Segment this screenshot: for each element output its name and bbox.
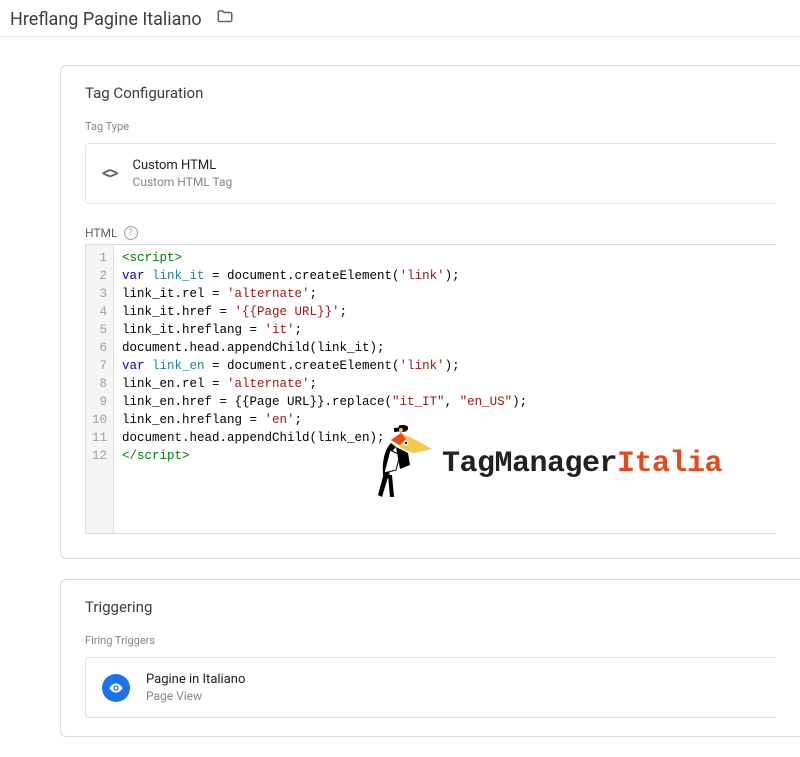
folder-icon[interactable] [216,8,234,30]
tag-type-selector[interactable]: <> Custom HTML Custom HTML Tag [85,143,776,204]
code-gutter: 123456789101112 [86,245,114,533]
tag-type-sub: Custom HTML Tag [133,175,233,189]
html-code-editor[interactable]: 123456789101112 <script>var link_it = do… [85,244,776,534]
trigger-selector[interactable]: Pagine in Italiano Page View [85,657,776,718]
html-field-label: HTML [85,226,118,240]
code-brackets-icon: <> [102,163,117,184]
trigger-name: Pagine in Italiano [146,672,245,687]
card-title: Tag Configuration [85,84,776,102]
tag-type-name: Custom HTML [133,158,233,173]
logo-text: TagManagerItalia [442,443,722,487]
tag-type-label: Tag Type [85,120,776,133]
tag-configuration-card: Tag Configuration Tag Type <> Custom HTM… [60,65,800,559]
page-title: Hreflang Pagine Italiano [10,9,202,30]
pageview-icon [102,674,130,702]
card-title: Triggering [85,598,776,616]
woodpecker-icon [366,425,436,505]
firing-triggers-label: Firing Triggers [85,634,776,647]
trigger-sub: Page View [146,689,245,703]
triggering-card: Triggering Firing Triggers Pagine in Ita… [60,579,800,737]
logo-overlay: TagManagerItalia [366,425,722,505]
help-icon[interactable]: ? [124,226,138,240]
